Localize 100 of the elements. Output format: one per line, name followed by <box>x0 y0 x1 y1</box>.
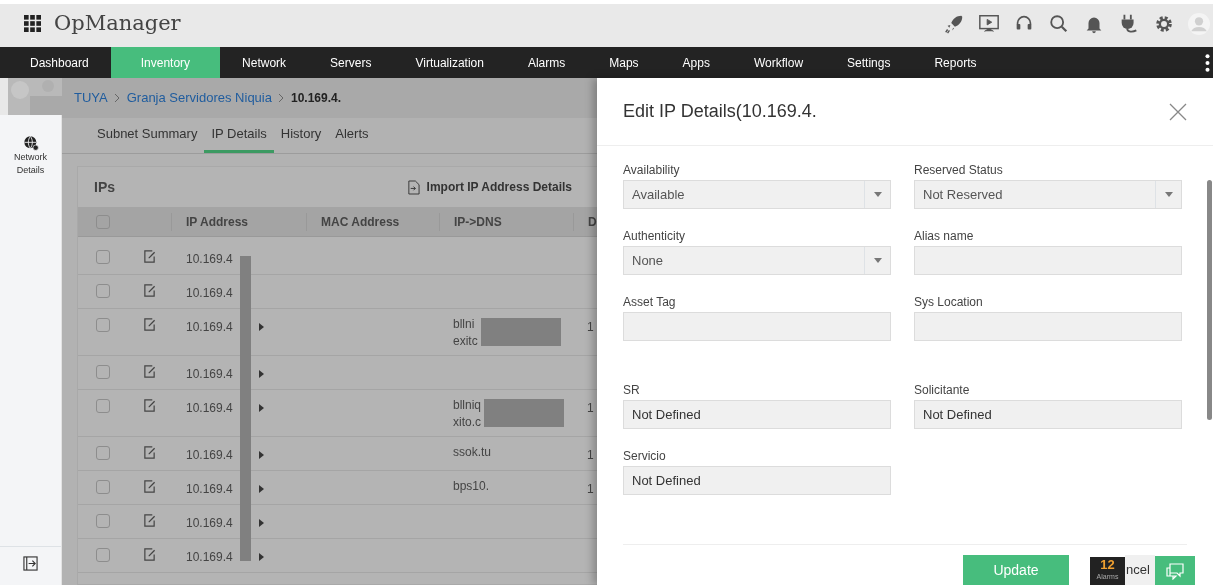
column-header[interactable]: MAC Address <box>321 214 400 229</box>
chat-icon <box>1165 561 1185 580</box>
ip-cell-text: 10.169.4 <box>186 515 233 532</box>
dns-cell: bps10. <box>453 478 490 495</box>
ip-cell-text: 10.169.4 <box>186 251 233 268</box>
nav-tab[interactable]: Settings <box>825 47 913 78</box>
row-checkbox[interactable] <box>96 365 110 379</box>
expand-arrow-icon[interactable] <box>259 485 264 493</box>
more-icon[interactable] <box>1204 53 1210 72</box>
expand-arrow-icon[interactable] <box>259 323 264 331</box>
input-field[interactable]: Not Defined <box>623 466 891 495</box>
dropdown[interactable]: None <box>623 246 891 275</box>
cancel-button[interactable]: ncel <box>1125 555 1155 585</box>
ip-cell-text: 10.169.4 <box>186 447 233 464</box>
chevron-icon <box>278 93 285 103</box>
table-cell: 1 <box>587 448 594 462</box>
caret-icon <box>873 258 882 263</box>
dropdown-value: Available <box>632 185 685 204</box>
tab[interactable]: History <box>273 117 329 153</box>
edit-icon[interactable] <box>143 548 156 561</box>
field-label: Availability <box>623 162 681 176</box>
table-cell: 1 <box>587 401 594 415</box>
nav-tab[interactable]: Maps <box>587 47 661 78</box>
import-link[interactable]: Import IP Address Details <box>426 178 572 196</box>
tab[interactable]: Subnet Summary <box>90 117 205 153</box>
dropdown[interactable]: Available <box>623 180 891 209</box>
globe-icon[interactable] <box>22 134 39 151</box>
edit-icon[interactable] <box>143 399 156 412</box>
input-field[interactable]: Not Defined <box>623 400 891 429</box>
row-checkbox[interactable] <box>96 284 110 298</box>
edit-icon[interactable] <box>143 446 156 459</box>
sidebar-item[interactable]: Network Details <box>9 150 52 177</box>
ip-cell-text: 10.169.4 <box>186 400 233 417</box>
ip-cell-text: 10.169.4 <box>186 319 233 336</box>
dns-cell: bllniq xito.c <box>453 397 482 431</box>
field-label: Reserved Status <box>914 162 1004 176</box>
edit-icon[interactable] <box>143 284 156 297</box>
search-icon[interactable] <box>1047 12 1070 35</box>
row-checkbox[interactable] <box>96 318 110 332</box>
field-label: Sys Location <box>914 294 984 308</box>
ip-cell-text: 10.169.4 <box>186 285 233 302</box>
expand-arrow-icon[interactable] <box>259 370 264 378</box>
caret-icon <box>1164 192 1173 197</box>
panel-title: IPs <box>94 177 115 197</box>
row-checkbox[interactable] <box>96 480 110 494</box>
expand-arrow-icon[interactable] <box>259 519 264 527</box>
breadcrumb-current: 10.169.4. <box>290 90 341 107</box>
nav-tab[interactable]: Apps <box>660 47 732 78</box>
dns-cell: bllni exitc <box>453 316 478 350</box>
expand-arrow-icon[interactable] <box>259 404 264 412</box>
column-header[interactable]: IP->DNS <box>454 214 502 229</box>
field-label: Alias name <box>914 228 975 242</box>
expand-arrow-icon[interactable] <box>259 553 264 561</box>
collapse-icon[interactable] <box>23 556 38 571</box>
row-checkbox[interactable] <box>96 548 110 562</box>
input-field[interactable] <box>914 246 1182 275</box>
input-field[interactable]: Not Defined <box>914 400 1182 429</box>
row-checkbox[interactable] <box>96 514 110 528</box>
column-header[interactable]: D <box>588 214 597 229</box>
chevron-icon <box>114 93 121 103</box>
edit-icon[interactable] <box>143 250 156 263</box>
field-label: SR <box>623 382 641 396</box>
dropdown-value: Not Reserved <box>923 185 1003 204</box>
app-title: OpManager <box>54 9 181 37</box>
nav-tab[interactable]: Alarms <box>505 47 588 78</box>
tab[interactable]: Alerts <box>328 117 376 153</box>
edit-icon[interactable] <box>143 514 156 527</box>
expand-arrow-icon[interactable] <box>259 451 264 459</box>
nav-tab[interactable]: Network <box>220 47 309 78</box>
drawer-title: Edit IP Details(10.169.4. <box>623 100 817 123</box>
edit-icon[interactable] <box>143 480 156 493</box>
edit-icon[interactable] <box>143 365 156 378</box>
nav-tab[interactable]: Reports <box>912 47 999 78</box>
nav-tab[interactable]: Dashboard <box>8 47 111 78</box>
row-checkbox[interactable] <box>96 446 110 460</box>
field-label: Solicitante <box>914 382 971 396</box>
ip-cell-text: 10.169.4 <box>186 481 233 498</box>
nav-tab[interactable]: Virtualization <box>393 47 506 78</box>
close-icon[interactable] <box>1169 102 1187 121</box>
field-label: Servicio <box>623 448 667 462</box>
edit-icon[interactable] <box>143 318 156 331</box>
column-header[interactable]: IP Address <box>186 214 249 229</box>
nav-tab[interactable]: Servers <box>308 47 394 78</box>
dropdown[interactable]: Not Reserved <box>914 180 1182 209</box>
row-checkbox[interactable] <box>96 250 110 264</box>
scrollbar[interactable] <box>1207 180 1212 420</box>
ip-cell-text: 10.169.4 <box>186 549 233 566</box>
field-label: Authenticity <box>623 228 687 242</box>
import-file-icon[interactable] <box>407 179 421 195</box>
field-label: Asset Tag <box>623 294 677 308</box>
input-field[interactable] <box>914 312 1182 341</box>
tab[interactable]: IP Details <box>204 117 274 153</box>
dns-cell: ssok.tu <box>453 444 491 461</box>
row-checkbox[interactable] <box>96 399 110 413</box>
input-field[interactable] <box>623 312 891 341</box>
apps-grid-icon[interactable] <box>24 15 41 32</box>
ip-cell-text: 10.169.4 <box>186 366 233 383</box>
table-cell: 1 <box>587 320 594 334</box>
caret-icon <box>873 192 882 197</box>
nav-tab[interactable]: Workflow <box>731 47 826 78</box>
